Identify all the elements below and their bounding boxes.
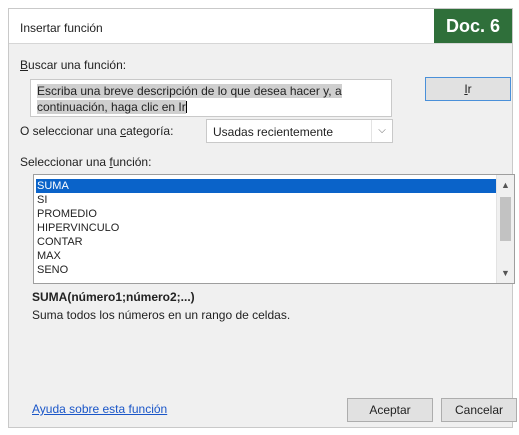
function-signature: SUMA(número1;número2;...)	[32, 290, 195, 304]
chevron-down-icon[interactable]: ⌵	[371, 120, 392, 142]
go-button-rest: r	[467, 82, 472, 96]
text-caret	[185, 101, 187, 113]
help-link[interactable]: Ayuda sobre esta función	[32, 402, 167, 416]
function-list-label: Seleccionar una función:	[20, 155, 151, 169]
list-item-max[interactable]: MAX	[37, 249, 61, 263]
list-item-hipervinculo[interactable]: HIPERVINCULO	[37, 221, 119, 235]
dialog-title: Insertar función	[20, 21, 103, 35]
category-label: O seleccionar una categoría:	[20, 124, 173, 138]
go-button[interactable]: Ir	[425, 77, 511, 101]
function-list-label-rest: unción:	[112, 155, 152, 169]
function-listbox[interactable]: SUMA SI PROMEDIO HIPERVINCULO CONTAR MAX…	[33, 174, 515, 284]
scroll-up-icon[interactable]: ▲	[497, 177, 514, 193]
function-list-label-prefix: Seleccionar una	[20, 155, 110, 169]
listbox-scrollbar[interactable]: ▲ ▼	[496, 175, 514, 283]
category-select[interactable]: Usadas recientemente ⌵	[206, 119, 393, 143]
category-label-prefix: O seleccionar una	[20, 124, 121, 138]
scroll-down-icon[interactable]: ▼	[497, 265, 514, 281]
search-input-text: Escriba una breve descripción de lo que …	[37, 84, 342, 114]
search-label: Buscar una función:	[20, 58, 126, 72]
search-label-mnemonic: B	[20, 58, 29, 72]
list-item-suma[interactable]: SUMA	[36, 179, 498, 193]
category-selected-value: Usadas recientemente	[213, 125, 334, 139]
scroll-thumb[interactable]	[500, 197, 511, 241]
title-bar: Insertar función Doc. 6	[9, 9, 512, 44]
doc-badge: Doc. 6	[434, 9, 512, 43]
list-item-si[interactable]: SI	[37, 193, 47, 207]
list-item-promedio[interactable]: PROMEDIO	[37, 207, 97, 221]
search-input[interactable]: Escriba una breve descripción de lo que …	[30, 79, 392, 117]
list-item-contar[interactable]: CONTAR	[37, 235, 83, 249]
accept-button[interactable]: Aceptar	[347, 398, 433, 422]
list-item-seno[interactable]: SENO	[37, 263, 68, 277]
search-label-rest: uscar una función:	[28, 58, 127, 72]
function-description: Suma todos los números en un rango de ce…	[32, 308, 291, 322]
cancel-button[interactable]: Cancelar	[441, 398, 517, 422]
category-label-rest: ategoría:	[126, 124, 174, 138]
